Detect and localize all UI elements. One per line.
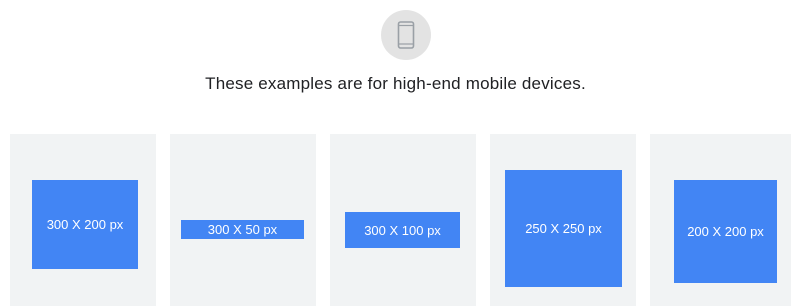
mobile-phone-icon — [397, 21, 415, 49]
example-panel-3: 300 X 100 px — [330, 134, 476, 306]
example-panel-4: 250 X 250 px — [490, 134, 636, 306]
ad-example-1: 300 X 200 px — [32, 180, 138, 269]
ad-example-5: 200 X 200 px — [674, 180, 777, 283]
ad-example-2: 300 X 50 px — [181, 220, 304, 239]
example-panel-2: 300 X 50 px — [170, 134, 316, 306]
example-panel-5: 200 X 200 px — [650, 134, 791, 306]
ad-example-3: 300 X 100 px — [345, 212, 460, 248]
ad-example-4: 250 X 250 px — [505, 170, 622, 287]
example-panel-1: 300 X 200 px — [10, 134, 156, 306]
page-heading: These examples are for high-end mobile d… — [205, 74, 586, 93]
device-badge — [381, 10, 431, 60]
